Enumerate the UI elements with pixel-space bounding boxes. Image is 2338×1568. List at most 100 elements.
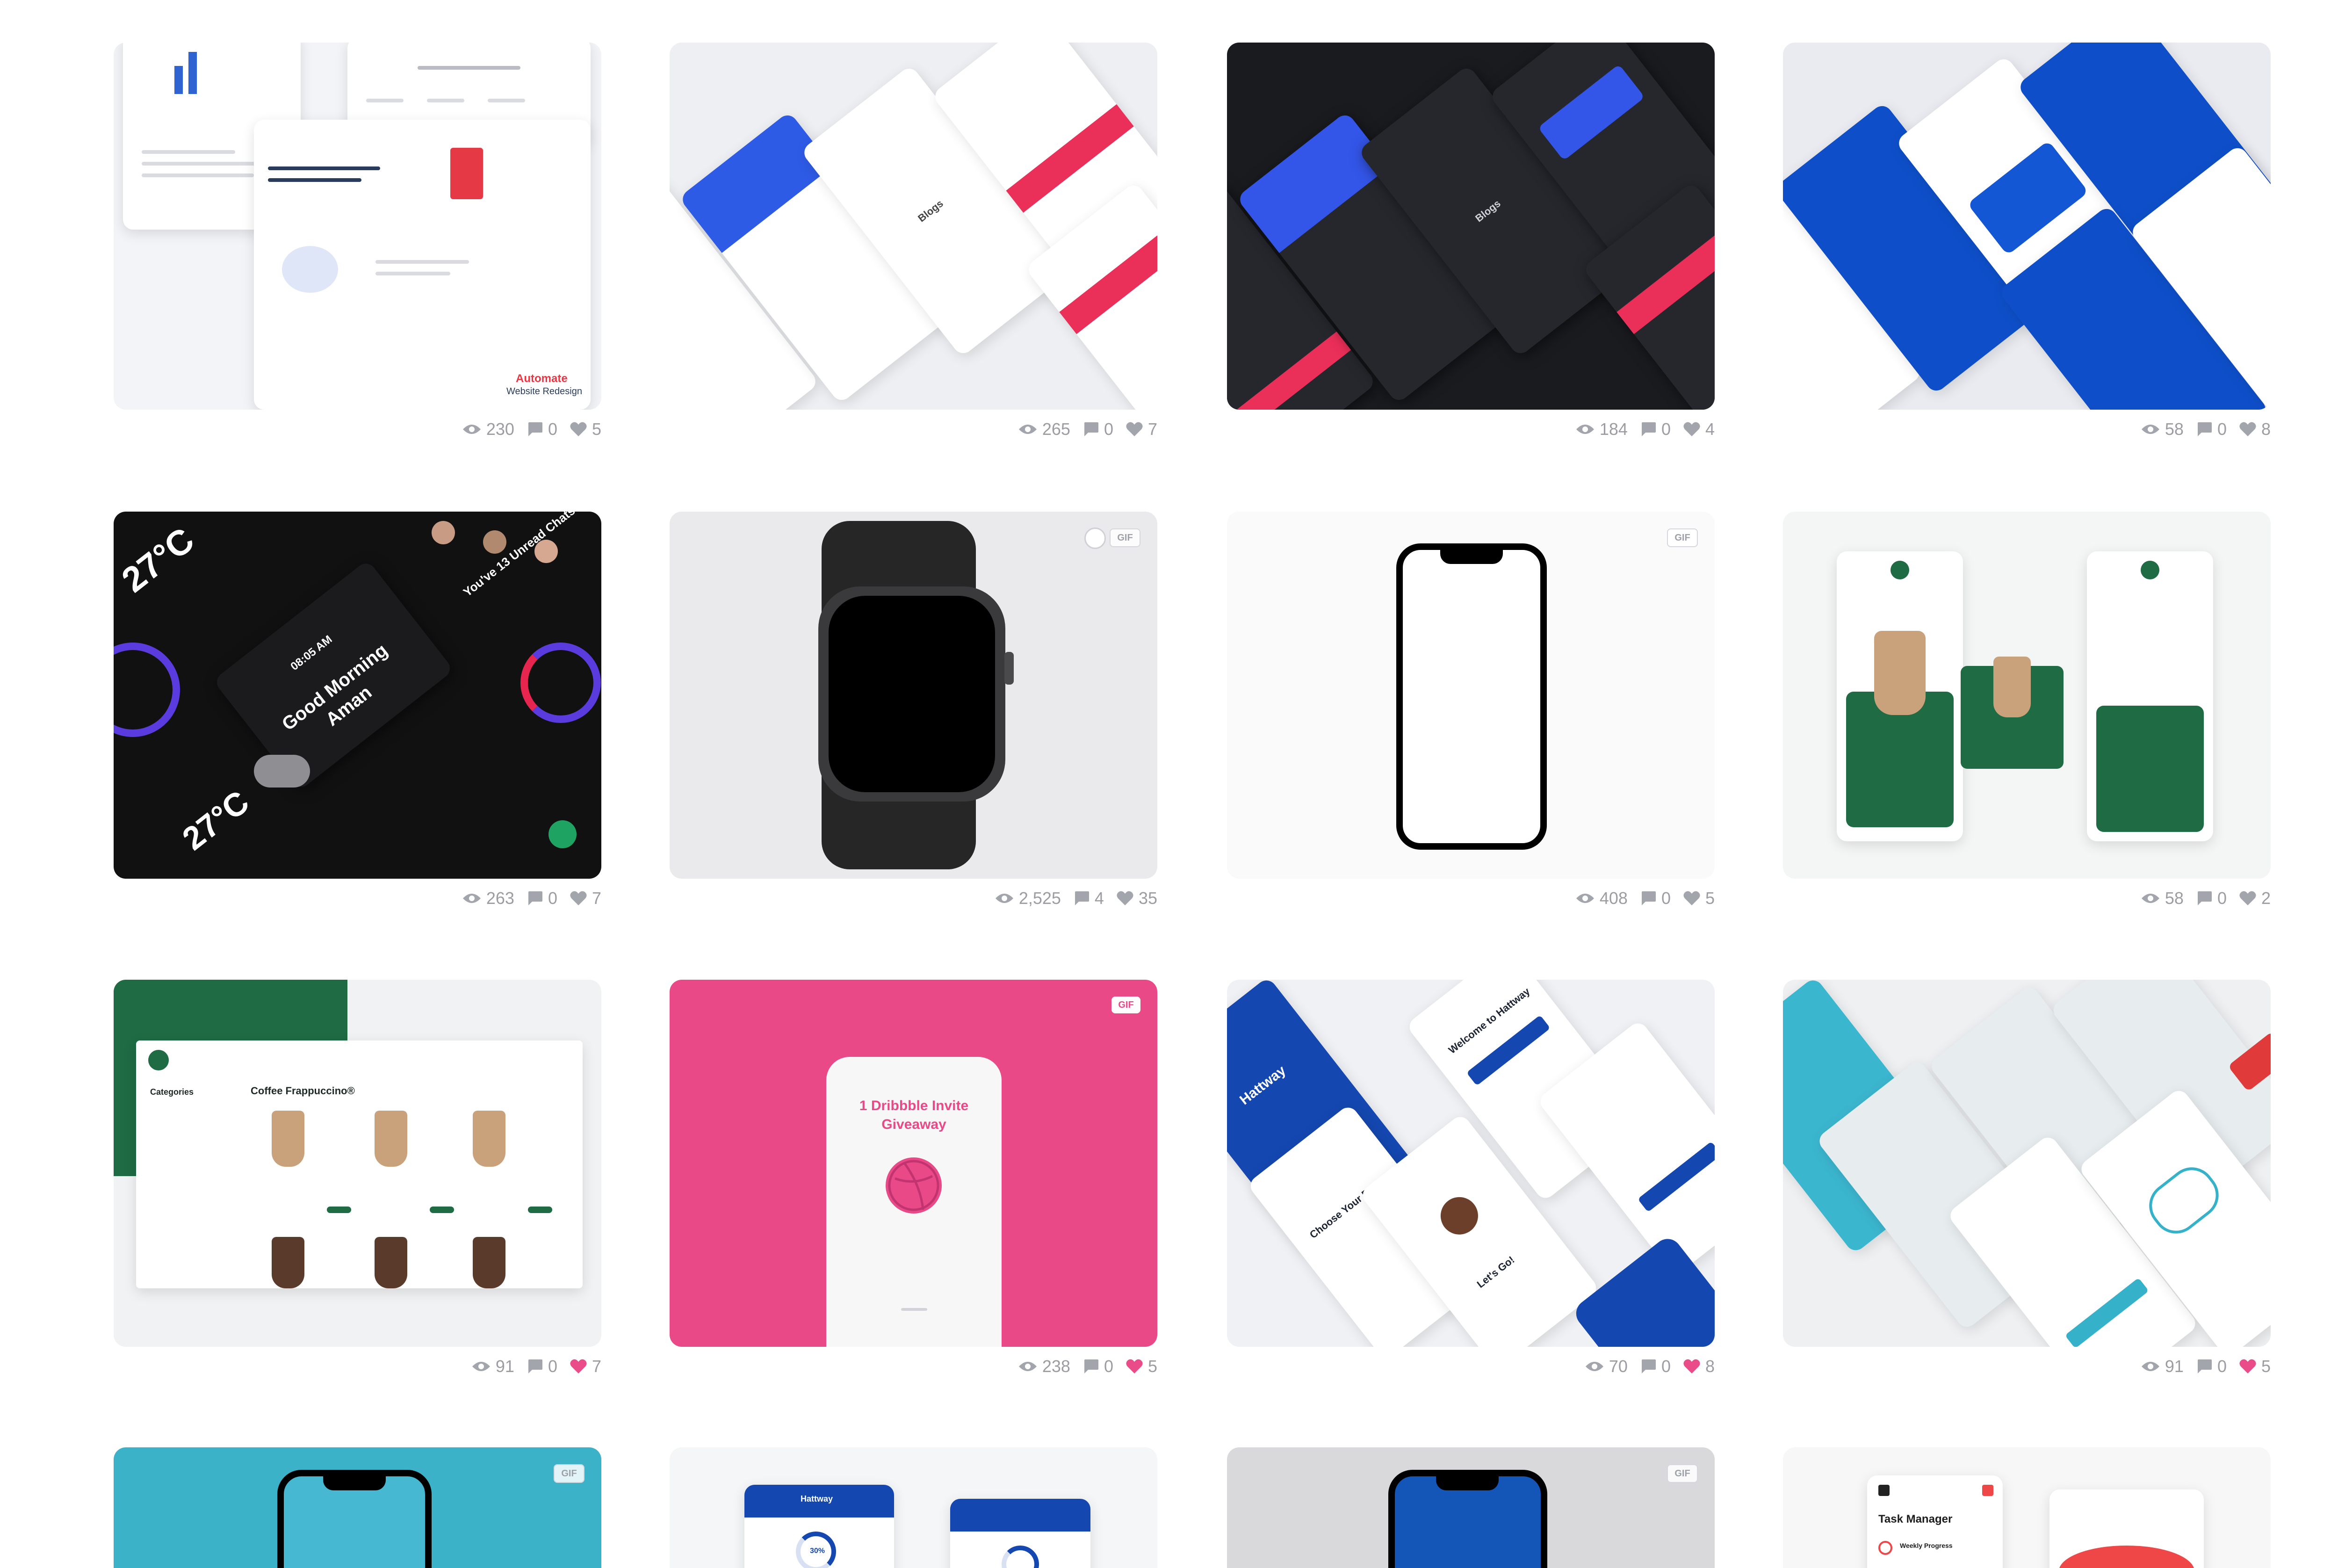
likes-stat[interactable]: 5 [570, 419, 601, 439]
shot-thumbnail[interactable]: Hattway Choose Your Plan Welcome to Hatt… [1227, 980, 1715, 1347]
shot-thumbnail[interactable] [1783, 512, 2271, 879]
invite-title: 1 Dribbble Invite Giveaway [859, 1098, 969, 1132]
likes-stat[interactable]: 8 [1683, 1357, 1715, 1376]
shot-card[interactable]: Blogs 265 0 7 [670, 43, 1157, 443]
mock-screen [2049, 1489, 2204, 1568]
gif-badge: GIF [1667, 528, 1698, 547]
shot-card[interactable]: GIF [114, 1447, 601, 1568]
shot-thumbnail[interactable]: 27°C Good Morning Aman 08:05 AM You've 1… [114, 512, 601, 879]
heart-icon[interactable] [570, 421, 587, 437]
shot-card[interactable]: Task Manager Weekly Progress [1783, 1447, 2271, 1568]
accent-strip [1616, 225, 1715, 334]
shot-stats: 263 0 7 [114, 884, 601, 912]
cloud-illustration [282, 246, 338, 293]
shot-card[interactable]: Categories Coffee Frappuccino® 91 0 7 [114, 980, 601, 1380]
shot-thumbnail[interactable]: Blogs [1227, 43, 1715, 410]
eye-icon [2141, 425, 2159, 434]
avatar [534, 540, 558, 563]
heart-icon[interactable] [1126, 421, 1143, 437]
comments-stat: 0 [1640, 889, 1671, 908]
heart-icon[interactable] [1683, 1358, 1701, 1374]
likes-stat[interactable]: 2 [2239, 889, 2271, 908]
shot-thumbnail[interactable]: Blogs [670, 43, 1157, 410]
app-title: Task Manager [1878, 1513, 1953, 1525]
shot-thumbnail[interactable]: 1 Dribbble Invite Giveaway GIF [670, 980, 1157, 1347]
likes-stat[interactable]: 7 [570, 1357, 601, 1376]
shot-thumbnail[interactable]: GIF [114, 1447, 601, 1568]
shot-thumbnail[interactable]: Automate Website Redesign [114, 43, 601, 410]
mock-screen: Task Manager Weekly Progress [1867, 1475, 2003, 1568]
comment-icon [1641, 891, 1656, 905]
shot-card[interactable]: 1 Dribbble Invite Giveaway GIF 238 0 5 [670, 980, 1157, 1380]
app-title: Hattway [801, 1494, 833, 1503]
comment-icon [528, 422, 542, 436]
shot-card[interactable]: 58 0 8 [1783, 43, 2271, 443]
accent-strip [1227, 331, 1351, 410]
likes-stat[interactable]: 7 [1126, 419, 1157, 439]
shot-thumbnail[interactable] [1783, 43, 2271, 410]
comments-stat: 0 [2196, 419, 2227, 439]
likes-stat[interactable]: 7 [570, 889, 601, 908]
likes-stat[interactable]: 5 [1126, 1357, 1157, 1376]
likes-stat[interactable]: 5 [1683, 889, 1715, 908]
shot-card[interactable]: 58 0 2 [1783, 512, 2271, 912]
shot-thumbnail[interactable]: GIF [1227, 512, 1715, 879]
shot-thumbnail[interactable]: Categories Coffee Frappuccino® [114, 980, 601, 1347]
phone-notch [1440, 549, 1503, 564]
heart-icon[interactable] [2239, 421, 2257, 437]
shot-card[interactable]: Hattway 30% [670, 1447, 1157, 1568]
likes-stat[interactable]: 4 [1683, 419, 1715, 439]
shot-stats: 230 0 5 [114, 415, 601, 443]
heart-icon[interactable] [570, 1358, 587, 1374]
shot-thumbnail[interactable]: GIF [670, 512, 1157, 879]
comments-stat: 0 [1082, 419, 1113, 439]
send-icon [548, 820, 577, 848]
comment-icon [528, 891, 542, 905]
likes-stat[interactable]: 5 [2239, 1357, 2271, 1376]
phone-frame [277, 1470, 432, 1568]
views-stat: 184 [1575, 419, 1628, 439]
shot-card[interactable]: Blogs 184 0 4 [1227, 43, 1715, 443]
shot-card[interactable]: GIF 408 0 5 [1227, 512, 1715, 912]
heart-icon[interactable] [1683, 421, 1701, 437]
shot-thumbnail[interactable]: yulu [1783, 980, 2271, 1347]
activity-ring [114, 643, 180, 737]
heart-icon[interactable] [1126, 1358, 1143, 1374]
mock-screen: Good Morning Aman 08:05 AM [213, 559, 454, 791]
home-indicator [901, 1308, 927, 1311]
shot-card[interactable]: GIF [1227, 1447, 1715, 1568]
comments-stat: 0 [1640, 1357, 1671, 1376]
shot-thumbnail[interactable]: Hattway 30% [670, 1447, 1157, 1568]
gif-badge: GIF [1111, 997, 1140, 1013]
green-card [2096, 706, 2204, 832]
shot-card[interactable]: yulu 91 0 5 [1783, 980, 2271, 1380]
heart-icon[interactable] [2239, 890, 2257, 906]
heart-icon[interactable] [1683, 890, 1701, 906]
shot-card[interactable]: 27°C Good Morning Aman 08:05 AM You've 1… [114, 512, 601, 912]
shot-stats: 238 0 5 [670, 1352, 1157, 1380]
cloud-icon [254, 755, 310, 788]
likes-stat[interactable]: 8 [2239, 419, 2271, 439]
eye-icon [2141, 894, 2159, 903]
watch-screen [829, 596, 995, 792]
heart-icon[interactable] [570, 890, 587, 906]
likes-stat[interactable]: 35 [1116, 889, 1157, 908]
blue-card [1537, 64, 1645, 161]
bar-graphic [174, 66, 183, 94]
shot-card[interactable]: GIF 2,525 4 35 [670, 512, 1157, 912]
cta-button [1638, 1141, 1715, 1213]
phone-frame [1396, 543, 1547, 850]
cta-button [2064, 1278, 2149, 1347]
shot-thumbnail[interactable]: Task Manager Weekly Progress [1783, 1447, 2271, 1568]
shot-stats: 91 0 7 [114, 1352, 601, 1380]
shot-card[interactable]: Automate Website Redesign 230 0 5 [114, 43, 601, 443]
shot-card[interactable]: Hattway Choose Your Plan Welcome to Hatt… [1227, 980, 1715, 1380]
heart-icon[interactable] [2239, 1358, 2257, 1374]
illustration [2059, 1546, 2194, 1568]
comment-icon [1075, 891, 1089, 905]
heart-icon[interactable] [1116, 890, 1134, 906]
eye-icon [1576, 425, 1594, 434]
person-illustration [1433, 1189, 1486, 1242]
comments-stat: 0 [527, 889, 557, 908]
shot-thumbnail[interactable]: GIF [1227, 1447, 1715, 1568]
